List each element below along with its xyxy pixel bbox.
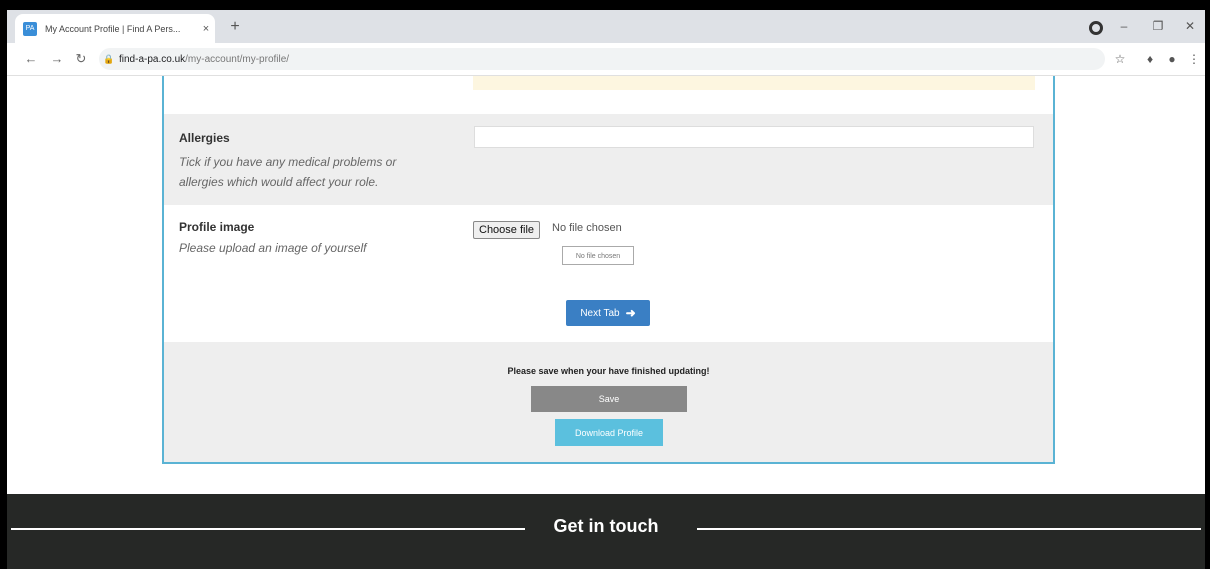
site-favicon-icon: PA [23,21,37,36]
address-bar[interactable]: 🔒 find-a-pa.co.uk /my-account/my-profile… [99,48,1105,70]
allergies-help-line1: Tick if you have any medical problems or [179,155,397,169]
back-arrow-icon[interactable]: ← [21,49,41,69]
window-close-icon[interactable]: ✕ [1173,14,1205,38]
no-file-chosen-text: No file chosen [552,222,622,234]
url-path: /my-account/my-profile/ [185,53,290,65]
download-profile-button[interactable]: Download Profile [555,419,663,446]
profile-avatar-icon[interactable]: ● [1163,50,1181,68]
url-host: find-a-pa.co.uk [119,53,186,65]
save-section: Please save when your have finished upda… [164,342,1053,462]
page-content: Allergies Tick if you have any medical p… [7,76,1205,569]
browser-menu-icon[interactable]: ⋮ [1185,50,1203,68]
footer-title: Get in touch [553,516,659,536]
profile-form-card: Allergies Tick if you have any medical p… [162,76,1055,464]
next-tab-button[interactable]: Next Tab ➜ [566,300,650,326]
reload-icon[interactable]: ↻ [71,49,91,69]
allergies-label: Allergies [179,131,230,145]
browser-tab[interactable]: PA My Account Profile | Find A Pers... × [15,14,215,43]
notice-box [473,76,1035,90]
new-tab-button[interactable]: + [223,16,247,38]
choose-file-button[interactable]: Choose file [473,221,541,239]
allergies-row: Allergies Tick if you have any medical p… [164,114,1053,205]
allergies-help: Tick if you have any medical problems or… [179,152,396,192]
footer: Get in touch [7,494,1205,569]
next-tab-label: Next Tab [580,307,620,319]
forward-arrow-icon[interactable]: → [47,49,67,69]
allergies-input[interactable] [474,126,1034,148]
tab-close-icon[interactable]: × [197,23,215,35]
browser-window: PA My Account Profile | Find A Pers... ×… [7,10,1205,569]
profile-image-help: Please upload an image of yourself [179,241,367,255]
minimize-icon[interactable]: – [1107,14,1141,38]
browser-toolbar: ← → ↻ 🔒 find-a-pa.co.uk /my-account/my-p… [7,43,1205,76]
arrow-right-icon: ➜ [625,306,636,320]
tab-title: My Account Profile | Find A Pers... [45,23,181,34]
save-reminder-text: Please save when your have finished upda… [507,366,710,376]
image-preview-box: No file chosen [562,246,634,265]
extensions-puzzle-icon[interactable]: ♦ [1141,50,1159,68]
profile-image-label: Profile image [179,220,255,234]
save-button[interactable]: Save [531,386,687,412]
lock-icon[interactable]: 🔒 [103,54,115,65]
record-icon[interactable] [1089,21,1103,35]
allergies-help-line2: allergies which would affect your role. [179,175,379,189]
maximize-icon[interactable]: ❐ [1141,14,1175,38]
bookmark-star-icon[interactable]: ☆ [1111,50,1129,68]
tab-strip: PA My Account Profile | Find A Pers... ×… [7,10,1205,43]
